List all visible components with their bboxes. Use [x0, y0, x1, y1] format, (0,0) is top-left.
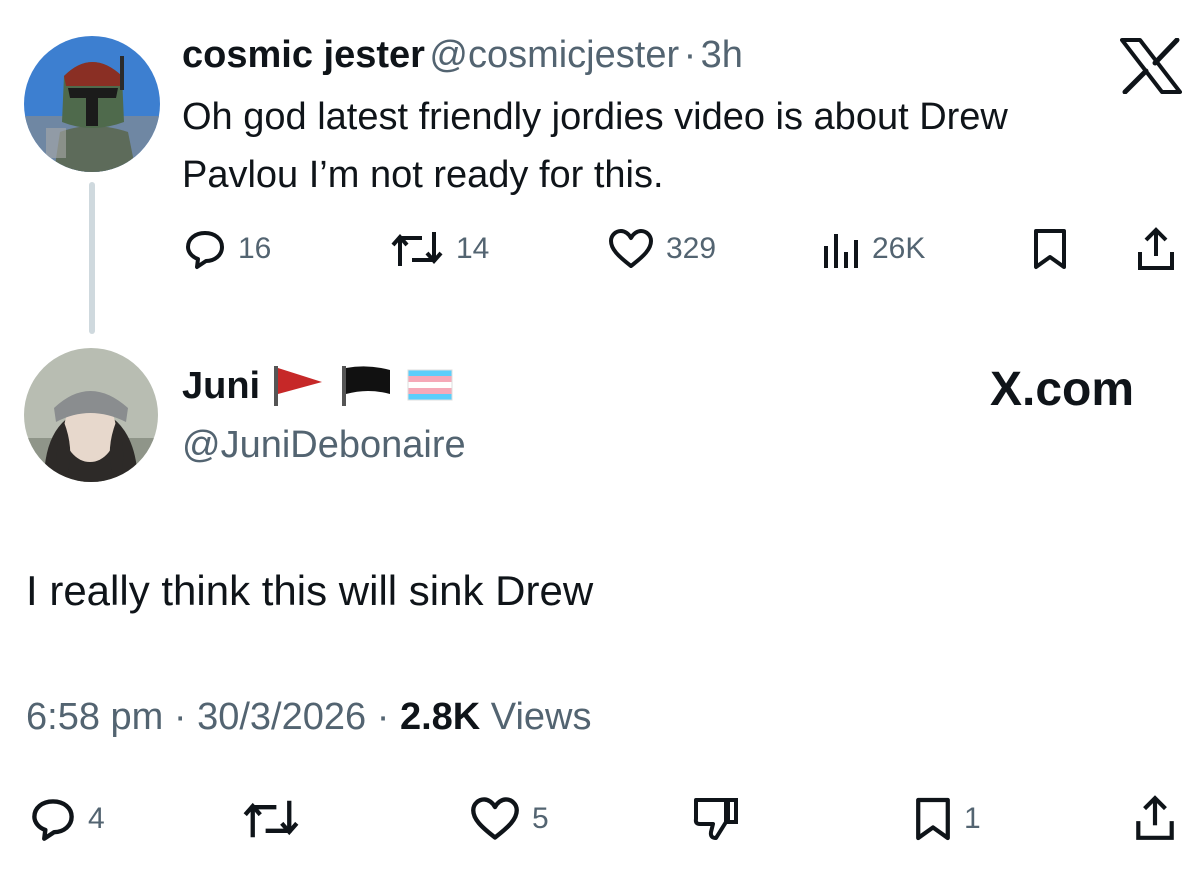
tweet1-share-button[interactable] — [1136, 226, 1176, 272]
like-icon — [609, 229, 653, 268]
share-icon — [1138, 227, 1174, 270]
repost-icon — [243, 800, 299, 838]
tweet2-date[interactable]: 30/3/2026 — [197, 696, 366, 738]
tweet1-like-button[interactable]: 329 — [608, 228, 716, 270]
bookmark-icon — [916, 797, 950, 841]
tweet2-like-button[interactable]: 5 — [470, 796, 549, 842]
red-flag-icon — [274, 366, 323, 406]
like-icon — [471, 797, 519, 840]
tweet2-separator-1: · — [173, 696, 187, 738]
tweet2-reply-button[interactable]: 4 — [30, 796, 105, 842]
tweet2-repost-button[interactable] — [242, 796, 300, 842]
tweet1-handle[interactable]: @cosmicjester — [429, 34, 679, 76]
xcom-watermark: X.com — [990, 363, 1135, 416]
repost-icon — [391, 232, 443, 266]
tweet1-text-line1: Oh god latest friendly jordies video is … — [182, 96, 1008, 138]
tweet2-display-name[interactable]: Juni — [182, 365, 260, 408]
tweet1-reply-button[interactable]: 16 — [184, 228, 271, 270]
tweet2-views-label: Views — [490, 696, 592, 738]
avatar-cosmic-jester[interactable] — [24, 36, 160, 172]
tweet2-time[interactable]: 6:58 pm — [26, 696, 163, 738]
tweet1-repost-button[interactable]: 14 — [390, 228, 489, 270]
tweet1-views-button[interactable]: 26K — [822, 228, 925, 270]
tweet1-text-line2: Pavlou I’m not ready for this. — [182, 154, 664, 196]
tweet2-views-count: 2.8K — [399, 696, 481, 738]
tweet2-header: Juni — [182, 364, 456, 408]
tweet1-header: cosmic jester @cosmicjester · 3h — [182, 34, 743, 77]
tweet2-bookmark-button[interactable]: 1 — [914, 796, 981, 842]
reply-icon — [186, 231, 224, 269]
tweet1-separator: · — [683, 34, 697, 76]
avatar-juni[interactable] — [24, 348, 158, 482]
black-flag-icon — [342, 366, 391, 406]
juni-avatar-image — [24, 348, 158, 482]
tweet2-like-count: 5 — [532, 802, 549, 835]
tweet1-bookmark-button[interactable] — [1032, 228, 1068, 270]
trans-flag-icon — [407, 369, 453, 401]
tweet2-share-button[interactable] — [1134, 794, 1176, 842]
views-icon — [824, 234, 858, 268]
tweet1-views-count: 26K — [872, 232, 926, 265]
tweet2-handle[interactable]: @JuniDebonaire — [182, 424, 466, 467]
reply-icon — [32, 799, 74, 841]
tweet2-text: I really think this will sink Drew — [26, 567, 594, 614]
tweet2-reply-count: 4 — [88, 802, 105, 835]
boba-fett-avatar-image — [24, 36, 160, 172]
tweet1-text: Oh god latest friendly jordies video is … — [182, 88, 1182, 204]
bookmark-icon — [1034, 229, 1066, 269]
tweet1-like-count: 329 — [666, 232, 717, 265]
tweet1-display-name[interactable]: cosmic jester — [182, 34, 425, 76]
tweet1-repost-count: 14 — [456, 232, 490, 265]
dislike-icon — [693, 798, 738, 840]
tweet2-separator-2: · — [376, 696, 390, 738]
thread-connector-line — [89, 182, 95, 334]
tweet2-meta: 6:58 pm · 30/3/2026 · 2.8K Views — [26, 696, 591, 739]
share-icon — [1136, 795, 1174, 840]
tweet2-bookmark-count: 1 — [964, 802, 981, 835]
tweet1-reply-count: 16 — [238, 232, 272, 265]
tweet2-dislike-button[interactable] — [692, 794, 740, 844]
x-logo-icon — [1120, 37, 1182, 95]
tweet1-time[interactable]: 3h — [701, 34, 743, 76]
